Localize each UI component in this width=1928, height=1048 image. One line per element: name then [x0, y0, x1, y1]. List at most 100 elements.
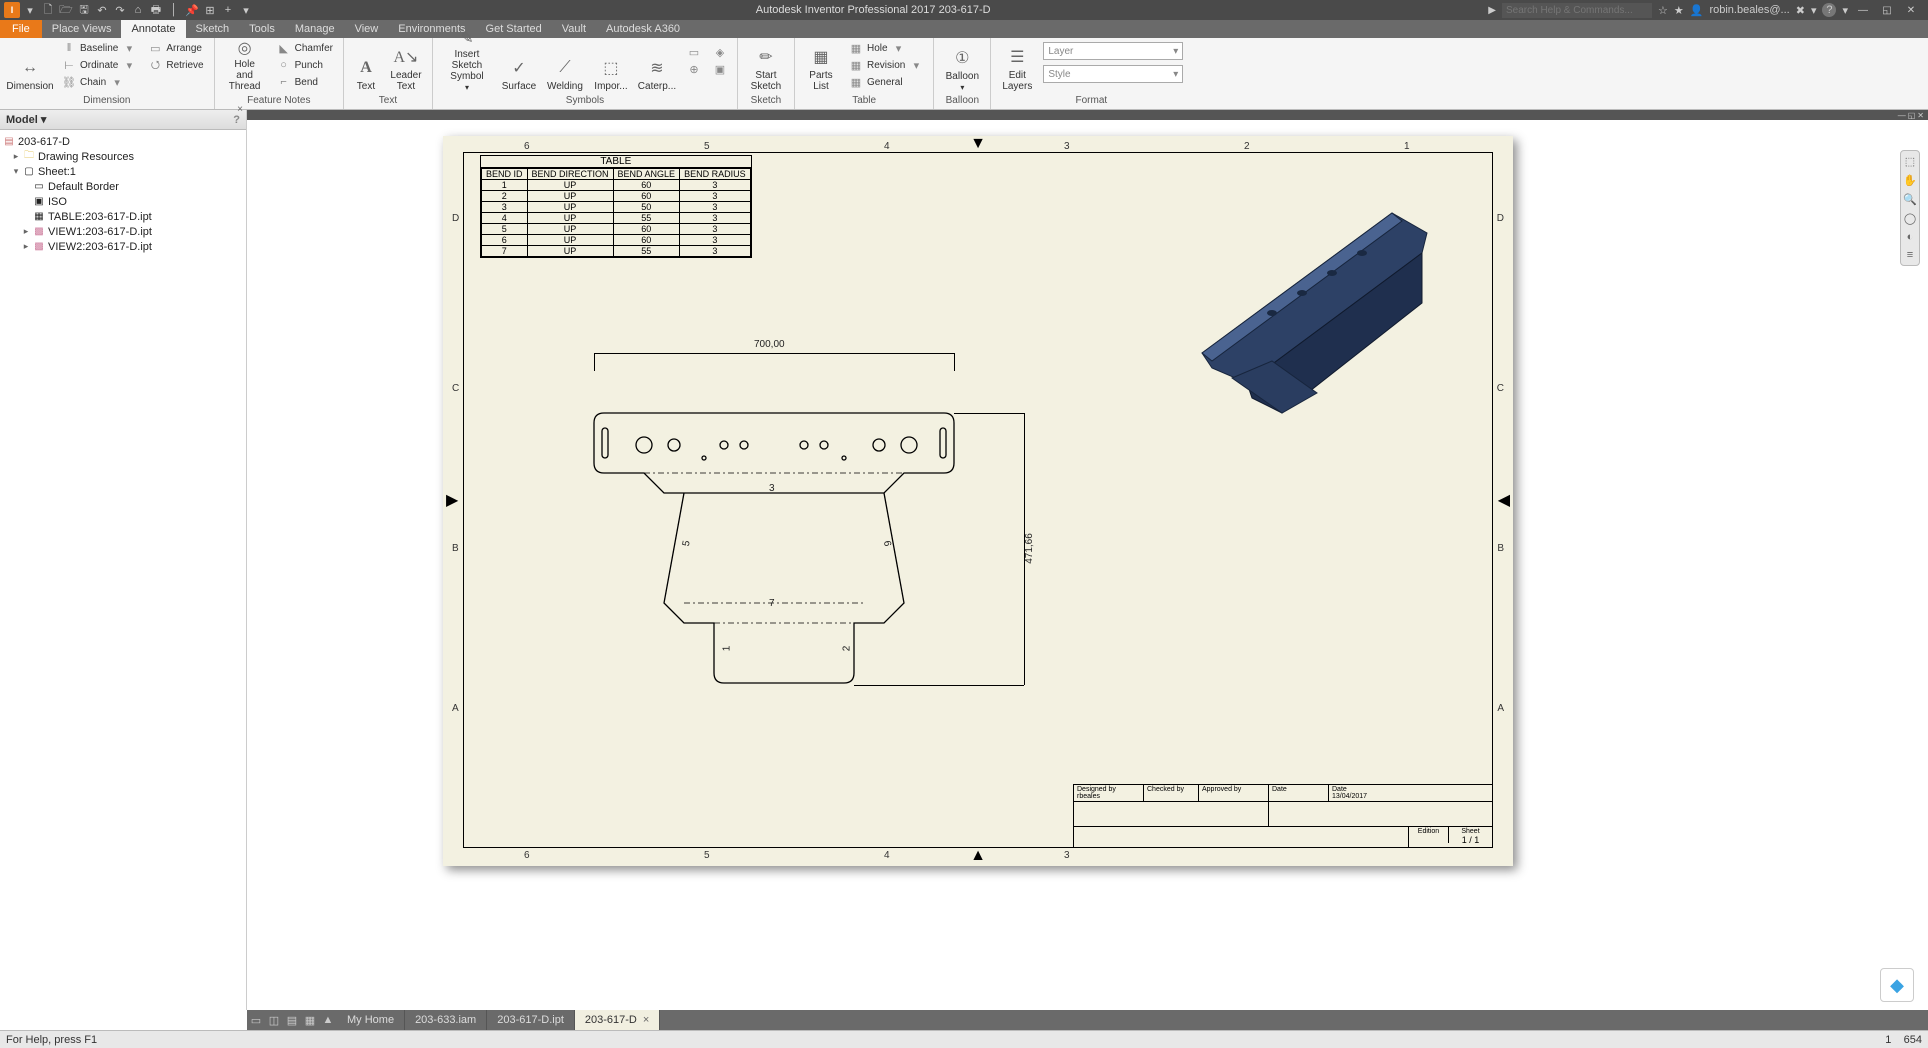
collapse-icon[interactable]: ▾: [10, 166, 22, 177]
bend-table[interactable]: TABLE BEND IDBEND DIRECTIONBEND ANGLEBEN…: [480, 155, 752, 258]
minimize-icon[interactable]: —: [1854, 3, 1872, 17]
tab-autodesk-a360[interactable]: Autodesk A360: [596, 20, 690, 38]
nav-zoom-icon[interactable]: 🔍: [1903, 193, 1917, 206]
symbol-a-button[interactable]: ▭: [683, 44, 705, 60]
style-combo[interactable]: Style▾: [1043, 65, 1183, 83]
qat-plus-icon[interactable]: +: [220, 2, 236, 18]
file-tab[interactable]: File: [0, 20, 42, 38]
star-outline-icon[interactable]: ☆: [1658, 4, 1668, 17]
browser-header[interactable]: Model ▾ ?: [0, 110, 246, 130]
retrieve-button[interactable]: ⭯Retrieve: [144, 57, 207, 73]
title-arrow-icon[interactable]: ▶: [1488, 5, 1496, 16]
help-dd2-icon[interactable]: ▾: [1842, 4, 1848, 17]
undo-icon[interactable]: ↶: [94, 2, 110, 18]
a360-badge-icon[interactable]: ◆: [1880, 968, 1914, 1002]
tab-manage[interactable]: Manage: [285, 20, 345, 38]
print-icon[interactable]: 🖶: [148, 2, 164, 18]
sketch-symbol-button[interactable]: ✎Insert Sketch Symbol▾: [439, 40, 495, 94]
redo-icon[interactable]: ↷: [112, 2, 128, 18]
tree-view2[interactable]: ▸▩VIEW2:203-617-D.ipt: [2, 239, 244, 254]
close-icon[interactable]: ✕: [1902, 3, 1920, 17]
iso-view[interactable]: [1172, 183, 1452, 423]
tree-drawing-resources[interactable]: ▸🗀Drawing Resources: [2, 149, 244, 164]
nav-pan-icon[interactable]: ✋: [1903, 174, 1917, 187]
save-icon[interactable]: 🖫: [76, 2, 92, 18]
tree-sheet[interactable]: ▾▢Sheet:1: [2, 164, 244, 179]
tab-place-views[interactable]: Place Views: [42, 20, 122, 38]
tab-vault[interactable]: Vault: [552, 20, 596, 38]
hole-table-button[interactable]: ▦Hole▾: [845, 40, 927, 56]
bend-button[interactable]: ⌐Bend: [273, 74, 337, 90]
doc-tab[interactable]: 203-617-D.ipt: [487, 1010, 575, 1030]
symbol-d-button[interactable]: ▣: [709, 61, 731, 77]
general-table-button[interactable]: ▦General: [845, 74, 927, 90]
tab-sketch[interactable]: Sketch: [186, 20, 240, 38]
dimension-button[interactable]: ↔ Dimension: [6, 40, 54, 94]
doc-layout3-icon[interactable]: ▤: [283, 1011, 301, 1029]
tab-tools[interactable]: Tools: [239, 20, 285, 38]
ordinate-button[interactable]: ⊢Ordinate▾: [58, 57, 140, 73]
symbol-b-button[interactable]: ⊕: [683, 61, 705, 77]
restore-icon[interactable]: ◱: [1878, 3, 1896, 17]
tab-view[interactable]: View: [345, 20, 389, 38]
flat-pattern-view[interactable]: 700,00: [584, 353, 1104, 713]
doc-tab-home[interactable]: My Home: [337, 1010, 405, 1030]
qat-pin-icon[interactable]: 📌: [184, 2, 200, 18]
home-icon[interactable]: ⌂: [130, 2, 146, 18]
layer-combo[interactable]: Layer▾: [1043, 42, 1183, 60]
tree-view1[interactable]: ▸▩VIEW1:203-617-D.ipt: [2, 224, 244, 239]
text-button[interactable]: AText: [350, 40, 382, 94]
tab-get-started[interactable]: Get Started: [476, 20, 552, 38]
edit-layers-button[interactable]: ☰Edit Layers: [997, 40, 1037, 94]
search-input[interactable]: [1502, 3, 1652, 18]
view-max-icon[interactable]: ◱: [1908, 111, 1916, 120]
balloon-button[interactable]: ①Balloon▾: [940, 40, 984, 94]
chain-button[interactable]: ⛓Chain▾: [58, 74, 140, 90]
leader-text-button[interactable]: A↘Leader Text: [386, 40, 426, 94]
exchange-icon[interactable]: ✖: [1796, 4, 1805, 17]
welding-button[interactable]: ⟋Welding: [543, 40, 587, 94]
browser-close-icon[interactable]: ×: [234, 104, 246, 116]
nav-look-icon[interactable]: ◐: [1907, 231, 1914, 243]
user-icon[interactable]: 👤: [1690, 4, 1704, 17]
view-close-icon[interactable]: ✕: [1917, 111, 1924, 120]
qat-dropdown-icon[interactable]: ▾: [22, 2, 38, 18]
tree-table[interactable]: ▦TABLE:203-617-D.ipt: [2, 209, 244, 224]
caterpillar-button[interactable]: ≋Caterp...: [635, 40, 679, 94]
nav-orbit-icon[interactable]: ◯: [1904, 212, 1916, 225]
inventor-logo-icon[interactable]: I: [4, 2, 20, 18]
doc-layout1-icon[interactable]: ▭: [247, 1011, 265, 1029]
import-button[interactable]: ⬚Impor...: [591, 40, 631, 94]
expand-icon[interactable]: ▸: [20, 226, 32, 237]
surface-button[interactable]: ✓Surface: [499, 40, 539, 94]
tree-default-border[interactable]: ▭Default Border: [2, 179, 244, 194]
baseline-button[interactable]: ‖Baseline▾: [58, 40, 140, 56]
help-dropdown-icon[interactable]: ▾: [1811, 4, 1817, 17]
open-icon[interactable]: 🗁: [58, 2, 74, 18]
drawing-canvas[interactable]: 6 5 4 3 2 1 6 5 4 3 D C B A D C B A: [253, 120, 1922, 1010]
expand-icon[interactable]: ▸: [10, 151, 22, 162]
start-sketch-button[interactable]: ✏Start Sketch: [744, 40, 788, 94]
doc-expand-icon[interactable]: ▲: [319, 1011, 337, 1029]
chamfer-button[interactable]: ◣Chamfer: [273, 40, 337, 56]
revision-button[interactable]: ▦Revision▾: [845, 57, 927, 73]
help-icon[interactable]: ?: [1822, 3, 1836, 17]
tree-root[interactable]: ▤203-617-D: [2, 134, 244, 149]
parts-list-button[interactable]: ▦Parts List: [801, 40, 841, 94]
star-icon[interactable]: ★: [1674, 4, 1684, 17]
hole-thread-button[interactable]: ◎ Hole and Thread: [221, 40, 269, 94]
title-block[interactable]: Designed byrbeales Checked by Approved b…: [1073, 784, 1493, 848]
expand-icon[interactable]: ▸: [20, 241, 32, 252]
doc-tab[interactable]: 203-633.iam: [405, 1010, 487, 1030]
doc-layout4-icon[interactable]: ▦: [301, 1011, 319, 1029]
new-icon[interactable]: 🗋: [40, 2, 56, 18]
user-label[interactable]: robin.beales@...: [1709, 4, 1789, 16]
symbol-c-button[interactable]: ◈: [709, 44, 731, 60]
punch-button[interactable]: ○Punch: [273, 57, 337, 73]
doc-layout2-icon[interactable]: ◫: [265, 1011, 283, 1029]
nav-more-icon[interactable]: ≡: [1907, 249, 1913, 261]
tab-annotate[interactable]: Annotate: [121, 20, 185, 38]
qat-more-icon[interactable]: ▾: [238, 2, 254, 18]
view-min-icon[interactable]: —: [1898, 111, 1906, 120]
doc-tab[interactable]: 203-617-D×: [575, 1010, 660, 1030]
